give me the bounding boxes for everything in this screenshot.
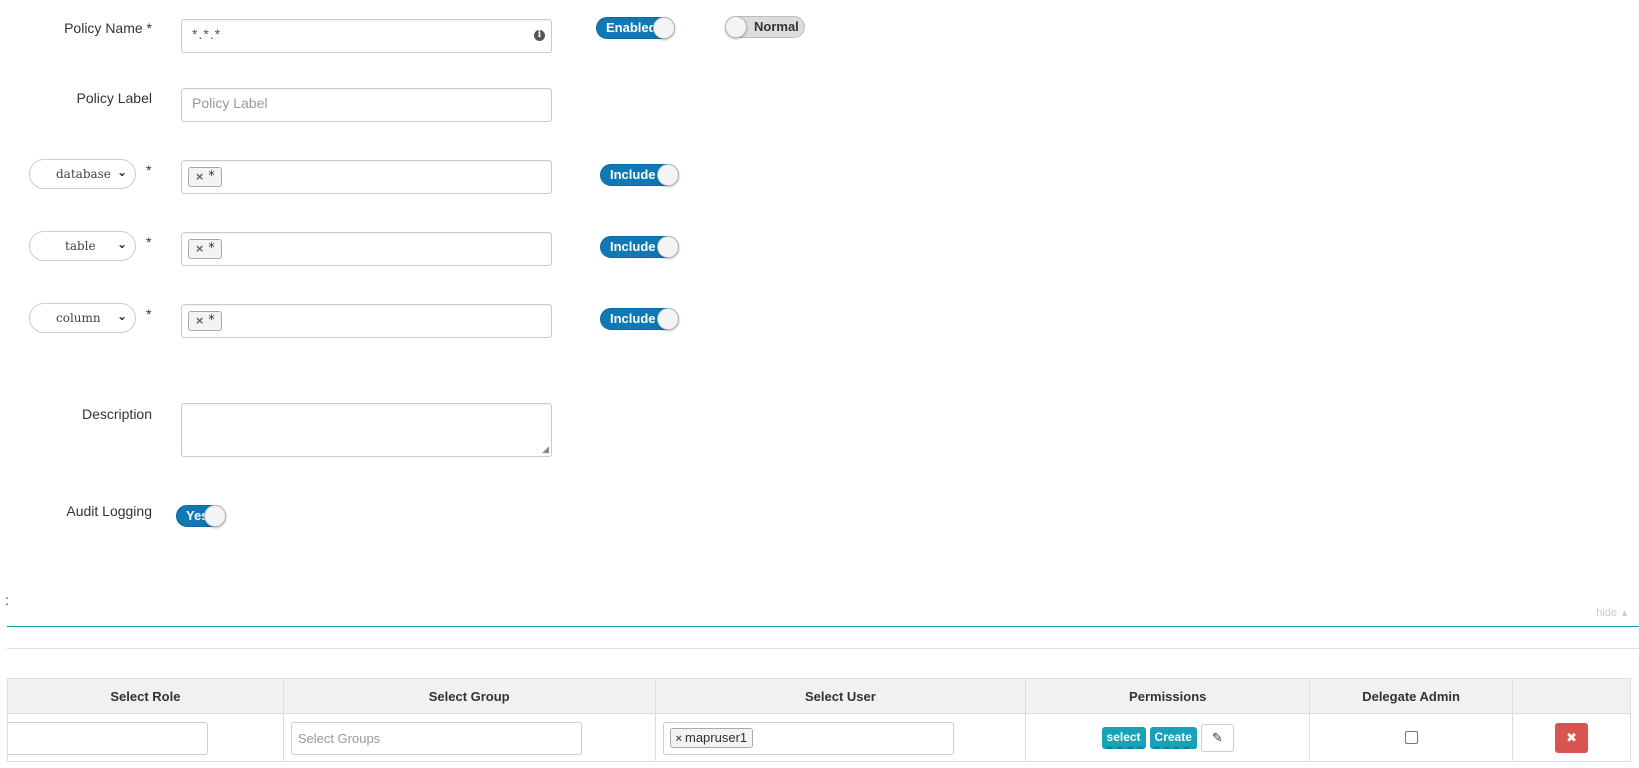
resource-type-value: database [56,167,111,181]
header-actions [1512,678,1631,714]
normal-toggle[interactable]: Normal [725,16,805,38]
resource-tag-value: * [208,169,215,184]
resource-value-input-database[interactable]: × * [181,160,552,194]
policy-label-input[interactable]: Policy Label [181,88,552,122]
include-toggle-column[interactable]: Include [600,308,679,330]
required-mark: * [146,306,152,322]
toggle-knob [204,505,226,527]
section-divider [7,626,1639,627]
chevron-down-icon: ⌄ [116,309,127,323]
resize-handle-icon[interactable]: ◢ [542,444,549,455]
permissions-table: Select Role Select Group Select User Per… [7,678,1631,762]
normal-toggle-label: Normal [754,19,799,34]
header-select-group: Select Group [282,678,656,714]
table-header-row: Select Role Select Group Select User Per… [7,678,1631,714]
description-textarea[interactable]: ◢ [181,403,552,457]
delegate-admin-checkbox[interactable] [1404,731,1418,744]
header-select-role: Select Role [7,678,284,714]
include-toggle-table[interactable]: Include [600,236,679,258]
edit-permissions-button[interactable]: ✎ [1200,723,1234,752]
audit-logging-label: Audit Logging [66,503,152,519]
remove-tag-icon[interactable]: × [195,170,204,183]
hide-link-label: hide [1596,607,1618,619]
include-toggle-label: Include [610,239,656,254]
toggle-knob [657,164,679,186]
resource-tag: × * [188,167,222,187]
header-permissions: Permissions [1025,678,1311,714]
select-role-input[interactable] [8,722,208,755]
resource-type-value: column [56,311,101,325]
required-mark: * [146,162,152,178]
close-icon: ✖ [1566,729,1577,745]
chevron-down-icon: ⌄ [116,165,127,179]
include-toggle-label: Include [610,167,656,182]
resource-tag-value: * [208,241,215,256]
header-delegate-admin: Delegate Admin [1309,678,1514,714]
required-mark: * [146,234,152,250]
permissions-cell: select Create ✎ [1025,713,1311,762]
enabled-toggle-label: Enabled [606,20,657,35]
permission-tag-select[interactable]: select [1101,726,1146,749]
select-groups-input[interactable]: Select Groups [290,722,582,755]
toggle-knob [725,16,747,38]
include-toggle-database[interactable]: Include [600,164,679,186]
remove-tag-icon[interactable]: × [195,242,204,255]
resource-type-select-table[interactable]: table ⌄ [29,231,136,261]
resource-tag: × * [188,311,222,331]
resource-type-select-database[interactable]: database ⌄ [29,159,136,189]
remove-tag-icon[interactable]: × [676,733,682,745]
policy-name-value: *.*.* [192,26,222,42]
actions-cell: ✖ [1512,713,1631,762]
toggle-knob [657,308,679,330]
description-label: Description [81,406,152,422]
role-cell [7,713,284,762]
pencil-icon: ✎ [1211,729,1223,745]
include-toggle-label: Include [610,311,656,326]
header-select-user: Select User [654,678,1027,714]
toggle-knob [657,236,679,258]
table-row: Select Groups × mapruser1 select Create ✎… [7,713,1631,762]
remove-tag-icon[interactable]: × [195,314,204,327]
chevron-up-icon: ▲ [1620,608,1629,618]
policy-label-label: Policy Label [76,90,153,106]
group-cell: Select Groups [282,713,656,762]
delete-row-button[interactable]: ✖ [1555,722,1589,753]
info-icon[interactable]: i [534,30,545,41]
user-tag: × mapruser1 [669,728,754,748]
toggle-knob [653,17,675,39]
resource-value-input-table[interactable]: × * [181,232,552,266]
resource-value-input-column[interactable]: × * [181,304,552,338]
policy-name-label: Policy Name * [64,20,152,36]
delegate-admin-cell [1309,713,1514,762]
audit-logging-toggle[interactable]: Yes [176,505,226,527]
section-colon: : [5,592,9,608]
select-user-input[interactable]: × mapruser1 [662,722,954,755]
resource-tag: × * [188,239,222,259]
permission-tag-create[interactable]: Create [1149,726,1197,749]
resource-type-value: table [65,239,96,253]
resource-tag-value: * [208,313,215,328]
resource-type-select-column[interactable]: column ⌄ [29,303,136,333]
policy-name-input[interactable]: *.*.* i [181,19,552,53]
user-tag-label: mapruser1 [684,730,748,745]
hide-link[interactable]: hide ▲ [1596,607,1629,619]
enabled-toggle[interactable]: Enabled [596,17,675,39]
user-cell: × mapruser1 [654,713,1027,762]
chevron-down-icon: ⌄ [116,237,127,251]
section-divider-secondary [7,648,1639,649]
